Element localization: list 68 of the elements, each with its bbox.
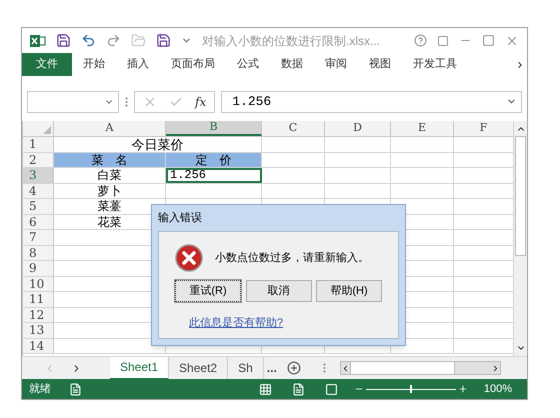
row-header[interactable]: 8 (23, 246, 54, 260)
undo-icon[interactable] (81, 33, 96, 48)
ribbon-tab[interactable]: 页面布局 (160, 53, 226, 76)
ribbon-tab[interactable]: 文件 (22, 53, 72, 76)
row-header[interactable]: 1 (23, 137, 54, 152)
row-header[interactable]: 13 (23, 323, 54, 338)
ribbon-tab[interactable]: 公式 (226, 53, 270, 76)
column-header[interactable]: A (54, 121, 166, 136)
more-sheets-button[interactable]: ... (266, 359, 277, 377)
save-icon[interactable] (56, 33, 71, 48)
save-as-icon[interactable] (156, 33, 171, 48)
column-header[interactable]: E (391, 121, 454, 136)
row-header[interactable]: 14 (23, 338, 54, 353)
page-layout-icon[interactable] (292, 382, 305, 396)
redo-icon[interactable] (106, 33, 121, 48)
ribbon-tab[interactable]: 开始 (72, 53, 116, 76)
horizontal-scrollbar[interactable] (340, 361, 501, 375)
table-cell: 白菜 (54, 168, 166, 182)
cell-text: 今日菜价 (132, 136, 184, 154)
active-cell: 1.256 (166, 168, 262, 182)
drag-handle-icon[interactable] (125, 96, 128, 106)
macro-record-icon[interactable] (69, 382, 82, 396)
formula-input[interactable]: 1.256 (221, 90, 522, 112)
help-link[interactable]: 此信息是否有帮助? (189, 315, 382, 332)
zoom-in-icon[interactable] (458, 384, 468, 394)
column-header[interactable]: B (166, 121, 262, 136)
status-text: 就绪 (29, 382, 51, 397)
table-cell: 萝卜 (54, 184, 166, 198)
window-title: 对输入小数的位数进行限制.xlsx... (202, 32, 380, 50)
page-break-view-icon[interactable] (324, 382, 338, 396)
dialog-button[interactable]: 取消 (246, 280, 312, 302)
row-header[interactable]: 12 (23, 308, 54, 322)
ribbon-tab[interactable]: 开发工具 (402, 53, 468, 76)
help-icon[interactable] (414, 34, 427, 47)
sheet-tab[interactable]: Sheet1 (110, 356, 170, 380)
zoom-slider[interactable] (366, 384, 456, 394)
error-message: 小数点位数过多，请重新输入。 (215, 250, 369, 266)
insert-function-button[interactable]: fx (195, 92, 206, 110)
row-header[interactable]: 7 (23, 230, 54, 244)
row-header[interactable]: 11 (23, 292, 54, 306)
vertical-scrollbar[interactable] (513, 121, 527, 356)
column-header[interactable]: F (454, 121, 514, 136)
scroll-right-icon[interactable] (491, 364, 500, 372)
row-header[interactable]: 10 (23, 276, 54, 291)
ribbon-display-icon[interactable] (437, 34, 449, 46)
ribbon-tab[interactable]: 审阅 (314, 53, 358, 76)
row-header[interactable]: 2 (23, 152, 54, 167)
column-header[interactable]: C (262, 121, 325, 136)
ribbon-tab[interactable]: 视图 (358, 53, 402, 76)
spreadsheet-logo-icon[interactable] (30, 32, 46, 48)
zoom-thumb[interactable] (410, 385, 412, 393)
row-header[interactable]: 9 (23, 261, 54, 276)
error-icon (175, 244, 203, 272)
row-header[interactable]: 6 (23, 214, 54, 229)
row-header[interactable]: 4 (23, 184, 54, 198)
ribbon-tab[interactable]: 数据 (270, 53, 314, 76)
row-header[interactable]: 5 (23, 199, 54, 214)
table-cell: 定 价 (166, 152, 262, 167)
normal-view-icon[interactable] (258, 382, 272, 396)
maximize-icon[interactable] (482, 34, 495, 47)
dialog-button[interactable]: 重试(R) (175, 280, 241, 302)
drag-handle-icon[interactable] (322, 363, 326, 373)
row-header[interactable]: 3 (23, 168, 54, 182)
column-header[interactable]: D (325, 121, 391, 136)
zoom-level: 100% (484, 382, 512, 397)
dialog-button[interactable]: 帮助(H) (316, 280, 382, 302)
add-sheet-icon[interactable] (286, 361, 301, 375)
ribbon-tab[interactable]: 插入 (116, 53, 160, 76)
